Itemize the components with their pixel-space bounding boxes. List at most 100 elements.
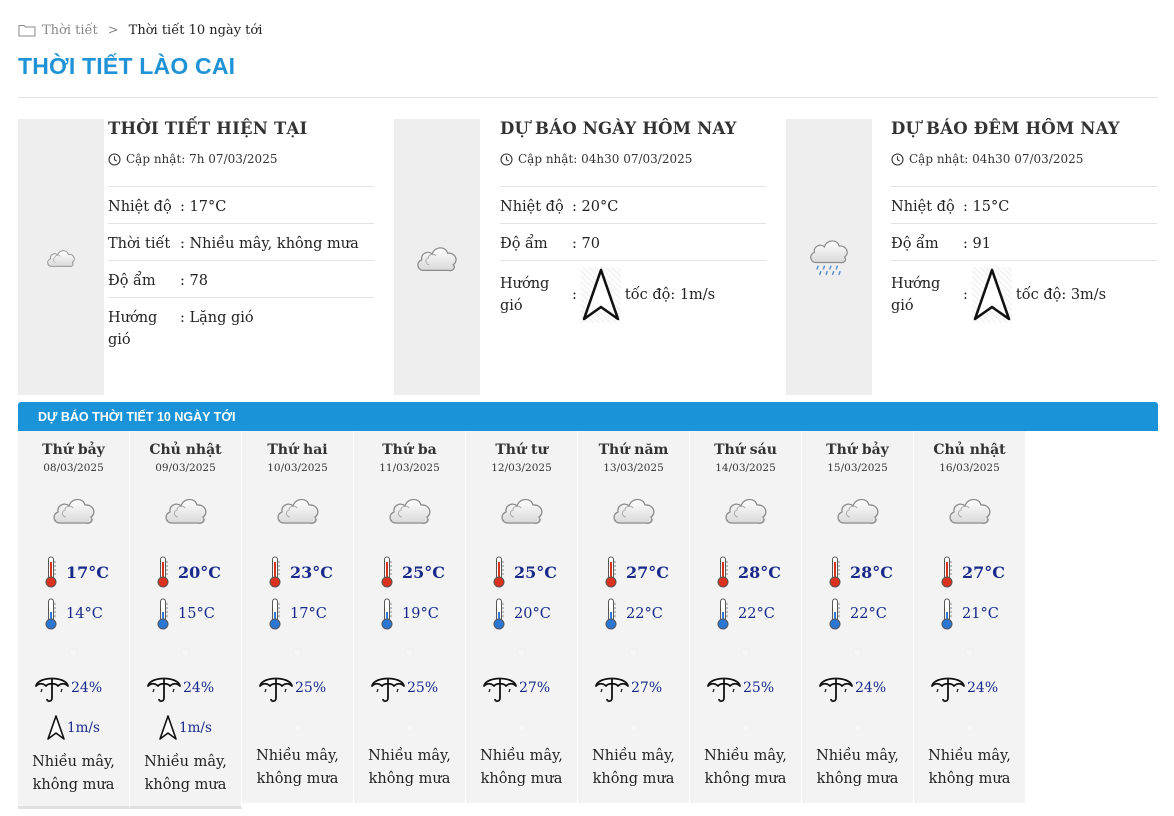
min-temp: 22°C <box>716 598 775 630</box>
weather-description: Nhiều mây, không mưa <box>802 745 913 791</box>
table-row: Nhiệt độ: 20°C <box>500 186 766 224</box>
thermometer-cold-icon <box>268 598 282 630</box>
table-row: Nhiệt độ: 15°C <box>891 186 1157 224</box>
weather-description: Nhiều mây, không mưa <box>18 751 129 797</box>
card-title: DỰ BÁO NGÀY HÔM NAY <box>500 119 737 138</box>
rain-chance-value: 25% <box>743 680 775 696</box>
min-temp: 17°C <box>268 598 327 630</box>
placeholder-dot <box>630 649 637 656</box>
rain-chance-value: 25% <box>407 680 439 696</box>
placeholder-dot <box>518 724 525 731</box>
cloud-icon <box>498 489 546 529</box>
rain-chance-value: 24% <box>183 680 215 696</box>
tonight-forecast-icon-box <box>786 119 872 395</box>
day-name: Thứ bảy <box>826 442 889 458</box>
update-time-text: Cập nhật: 04h30 07/03/2025 <box>518 152 693 166</box>
clock-icon <box>108 152 121 166</box>
umbrella-icon <box>818 672 854 704</box>
clock-icon <box>500 152 513 166</box>
rain-chance-value: 24% <box>855 680 887 696</box>
description-line: Nhiều mây, <box>592 748 675 764</box>
table-row: Hướng gió: Lặng gió <box>108 297 374 356</box>
rain-chance: 24% <box>930 672 998 704</box>
max-temp-value: 27°C <box>626 562 669 582</box>
table-row: Độ ẩm: 78 <box>108 260 374 298</box>
thermometer-cold-icon <box>716 598 730 630</box>
rain-chance: 27% <box>594 672 662 704</box>
cloud-icon <box>386 489 434 529</box>
thermometer-cold-icon <box>828 598 842 630</box>
forecast-day: Chủ nhật 09/03/2025 20°C 15°C 24% 1m/s Nhiều m… <box>130 431 242 809</box>
forecast-days: Thứ bảy 08/03/2025 17°C 14°C 24% 1m/s Nhiều mâ… <box>18 431 1026 811</box>
thermometer-cold-icon <box>492 598 506 630</box>
placeholder-dot <box>70 649 77 656</box>
placeholder-dot <box>406 724 413 731</box>
max-temp: 25°C <box>380 556 445 588</box>
row-label: Độ ẩm <box>500 223 572 261</box>
description-line: Nhiều mây, <box>816 748 899 764</box>
day-name: Thứ tư <box>495 442 548 458</box>
umbrella-icon <box>482 672 518 704</box>
page-title: THỜI TIẾT LÀO CAI <box>18 53 236 79</box>
rain-chance-value: 24% <box>967 680 999 696</box>
weather-description: Nhiều mây, không mưa <box>242 745 353 791</box>
placeholder-dot <box>742 649 749 656</box>
breadcrumb-current: Thời tiết 10 ngày tới <box>128 22 263 38</box>
weather-description: Nhiều mây, không mưa <box>354 745 465 791</box>
card-title: THỜI TIẾT HIỆN TẠI <box>108 119 308 138</box>
forecast-day: Thứ sáu 14/03/2025 28°C 22°C 25% Nhiều mây, kh… <box>690 431 802 803</box>
weather-description: Nhiều mây, không mưa <box>914 745 1025 791</box>
wind-colon: : <box>963 287 968 303</box>
umbrella-icon <box>146 672 182 704</box>
day-name: Thứ hai <box>267 442 328 458</box>
row-label: Độ ẩm <box>891 223 963 261</box>
description-line: không mưa <box>256 771 339 787</box>
description-line: Nhiều mây, <box>144 754 227 770</box>
current-weather-card: THỜI TIẾT HIỆN TẠI Cập nhật: 7h 07/03/20… <box>18 119 390 395</box>
placeholder-dot <box>518 649 525 656</box>
min-temp: 15°C <box>156 598 215 630</box>
max-temp-value: 25°C <box>402 562 445 582</box>
rain-chance-value: 27% <box>631 680 663 696</box>
day-date: 10/03/2025 <box>267 462 328 474</box>
row-label: Nhiệt độ <box>500 186 572 224</box>
min-temp-value: 22°C <box>626 606 663 622</box>
cloud-icon <box>834 489 882 529</box>
update-time: Cập nhật: 7h 07/03/2025 <box>108 147 374 171</box>
table-row: Thời tiết: Nhiều mây, không mưa <box>108 223 374 261</box>
max-temp-value: 28°C <box>850 562 893 582</box>
min-temp-value: 22°C <box>738 606 775 622</box>
forecast-day: Thứ bảy 15/03/2025 28°C 22°C 24% Nhiều mây, kh… <box>802 431 914 803</box>
rain-chance: 24% <box>146 672 214 704</box>
umbrella-icon <box>370 672 406 704</box>
update-time: Cập nhật: 04h30 07/03/2025 <box>500 147 766 171</box>
max-temp: 28°C <box>828 556 893 588</box>
description-line: Nhiều mây, <box>480 748 563 764</box>
min-temp-value: 14°C <box>66 606 103 622</box>
breadcrumb-home-link[interactable]: Thời tiết <box>42 23 98 38</box>
placeholder-dot <box>406 649 413 656</box>
breadcrumb-separator: > <box>107 22 119 38</box>
row-label: Nhiệt độ <box>891 186 963 224</box>
day-name: Chủ nhật <box>149 442 222 458</box>
forecast-day: Thứ ba 11/03/2025 25°C 19°C 25% Nhiều mây, khô… <box>354 431 466 803</box>
max-temp: 23°C <box>268 556 333 588</box>
thermometer-hot-icon <box>940 556 954 588</box>
min-temp: 22°C <box>604 598 663 630</box>
max-temp: 17°C <box>44 556 109 588</box>
today-forecast-icon-box <box>394 119 480 395</box>
table-row: Hướng gió : tốc độ: 1m/s <box>500 260 766 328</box>
rain-chance: 25% <box>706 672 774 704</box>
description-line: không mưa <box>368 771 451 787</box>
placeholder-dot <box>854 724 861 731</box>
min-temp-value: 20°C <box>514 606 551 622</box>
min-temp: 22°C <box>828 598 887 630</box>
wind-speed: 1m/s <box>179 720 212 736</box>
wind-value: : tốc độ: 3m/s <box>963 260 1157 328</box>
thermometer-hot-icon <box>156 556 170 588</box>
forecast-day: Thứ bảy 08/03/2025 17°C 14°C 24% 1m/s Nhiều mâ… <box>18 431 130 809</box>
description-line: không mưa <box>592 771 675 787</box>
rain-chance: 25% <box>370 672 438 704</box>
rain-chance-value: 27% <box>519 680 551 696</box>
day-wind: 1m/s <box>46 715 100 741</box>
